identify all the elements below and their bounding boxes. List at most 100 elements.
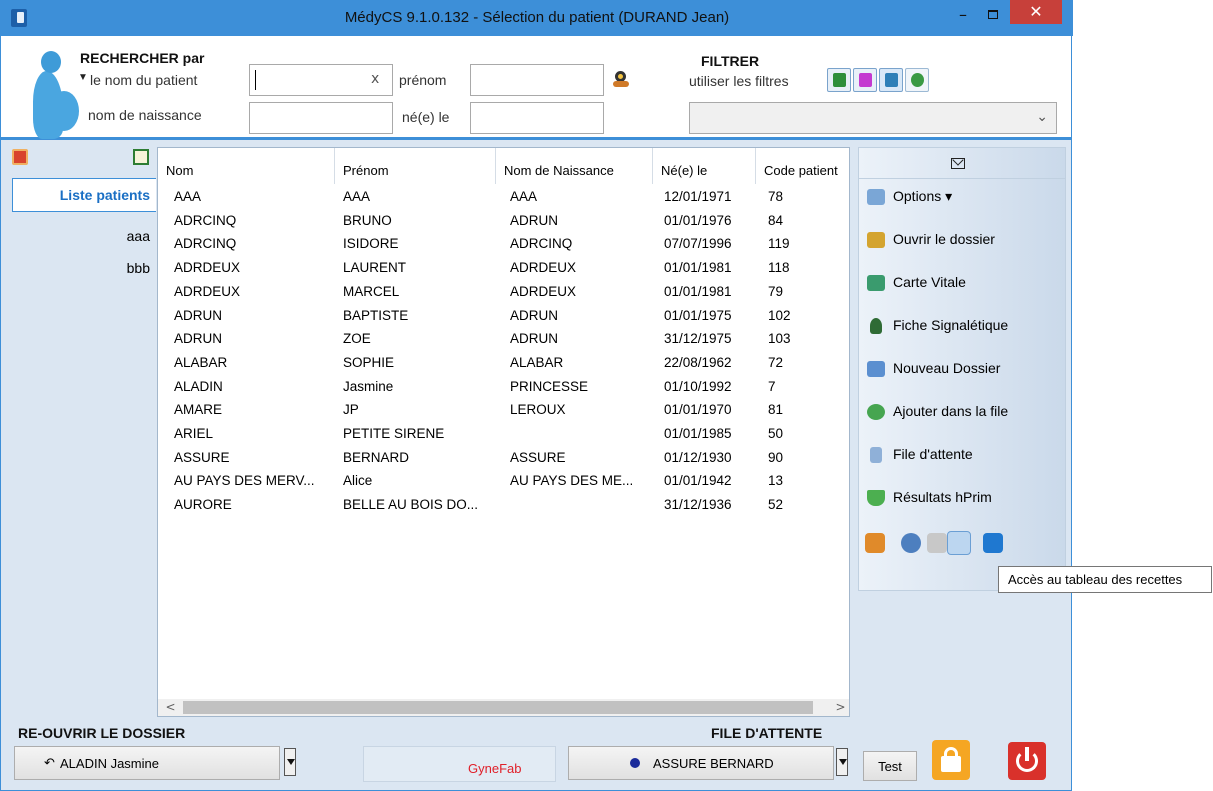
reopen-title: RE-OUVRIR LE DOSSIER — [18, 725, 186, 741]
filter-icon[interactable] — [879, 68, 903, 92]
table-row[interactable]: ADRCINQ ISIDORE ADRCINQ 07/07/1996 119 — [158, 233, 848, 257]
test-button[interactable]: Test — [863, 751, 917, 781]
chevron-down-icon: ⌄ — [1036, 109, 1048, 125]
table-cell: ADRCINQ — [174, 212, 237, 228]
birthname-input[interactable] — [249, 102, 393, 134]
column-header-prenom[interactable]: Prénom — [335, 148, 496, 184]
table-cell: 01/01/1985 — [664, 426, 732, 441]
bottom-bar: RE-OUVRIR LE DOSSIER FILE D'ATTENTE ↶ AL… — [1, 718, 1071, 791]
born-label: né(e) le — [402, 109, 450, 125]
column-header-code[interactable]: Code patient — [756, 148, 848, 184]
table-row[interactable]: ASSURE BERNARD ASSURE 01/12/1930 90 — [158, 447, 848, 471]
mode-dropdown-arrow-icon[interactable]: ▼ — [78, 72, 88, 83]
table-cell: ASSURE — [174, 449, 230, 465]
table-cell: ADRDEUX — [510, 260, 577, 276]
maximize-button[interactable] — [981, 4, 1005, 26]
table-row[interactable]: AMARE JP LEROUX 01/01/1970 81 — [158, 399, 848, 423]
filter-edit-icon[interactable] — [853, 68, 877, 92]
payment-icon[interactable] — [927, 533, 947, 553]
maximize-icon — [988, 10, 998, 19]
power-button[interactable] — [1008, 742, 1046, 780]
table-cell: PRINCESSE — [510, 378, 589, 394]
horizontal-scrollbar[interactable]: < > — [158, 699, 849, 716]
birthdate-input[interactable] — [470, 102, 604, 134]
table-cell: ADRUN — [510, 307, 559, 323]
table-row[interactable]: AURORE BELLE AU BOIS DO... 31/12/1936 52 — [158, 494, 848, 518]
table-cell: ADRDEUX — [174, 283, 241, 299]
sidebar-item-liste-patients[interactable]: Liste patients — [12, 178, 156, 212]
table-cell: ALABAR — [174, 354, 228, 370]
title-bar[interactable]: MédyCS 9.1.0.132 - Sélection du patient … — [1, 0, 1073, 36]
table-cell: AURORE — [174, 497, 232, 513]
table-cell: 12/01/1971 — [664, 189, 732, 204]
table-row[interactable]: ADRUN ZOE ADRUN 31/12/1975 103 — [158, 328, 848, 352]
filter-refresh-icon[interactable] — [905, 68, 929, 92]
actions-panel: Options ▾ Ouvrir le dossier Carte Vitale… — [858, 147, 1066, 591]
table-row[interactable]: ADRDEUX LAURENT ADRDEUX 01/01/1981 118 — [158, 257, 848, 281]
reopen-dropdown[interactable] — [284, 748, 296, 776]
table-cell: ALADIN — [174, 378, 223, 394]
prenom-input[interactable] — [470, 64, 604, 96]
reopen-file-button[interactable]: ↶ ALADIN Jasmine — [14, 746, 280, 780]
column-header-nom[interactable]: Nom — [158, 148, 335, 184]
table-cell: PETITE SIRENE — [343, 426, 445, 441]
queue-dropdown[interactable] — [836, 748, 848, 776]
table-cell: ADRDEUX — [510, 283, 577, 299]
sidebar-item-aaa[interactable]: aaa — [127, 228, 150, 244]
prenom-label: prénom — [399, 72, 447, 88]
filter-add-icon[interactable] — [827, 68, 851, 92]
options-icon — [867, 189, 885, 205]
table-cell: 102 — [768, 307, 791, 323]
table-cell: BERNARD — [343, 449, 410, 465]
patient-table: Nom Prénom Nom de Naissance Né(e) le Cod… — [157, 147, 850, 717]
user-search-icon[interactable] — [613, 71, 630, 88]
clear-icon[interactable]: x — [371, 71, 379, 87]
table-row[interactable]: AAA AAA AAA 12/01/1971 78 — [158, 186, 848, 210]
patient-lists-sidebar: Liste patients aaa bbb — [2, 143, 156, 713]
column-header-nom-naissance[interactable]: Nom de Naissance — [496, 148, 653, 184]
gynefab-panel: GyneFab — [363, 746, 556, 782]
search-mode-selector[interactable]: le nom du patient — [90, 72, 197, 88]
table-row[interactable]: ALABAR SOPHIE ALABAR 22/08/1962 72 — [158, 352, 848, 376]
scroll-left-icon[interactable]: < — [162, 699, 179, 716]
table-cell: LAURENT — [343, 260, 407, 276]
table-cell: Alice — [343, 473, 373, 489]
table-cell: SOPHIE — [343, 354, 395, 370]
mail-icon[interactable] — [951, 158, 965, 169]
minimize-button[interactable]: – — [951, 4, 975, 26]
queue-patient-button[interactable]: ASSURE BERNARD — [568, 746, 834, 780]
column-header-ne-le[interactable]: Né(e) le — [653, 148, 756, 184]
revenue-table-icon[interactable] — [947, 531, 971, 555]
table-cell: ADRUN — [174, 331, 223, 347]
table-row[interactable]: ALADIN Jasmine PRINCESSE 01/10/1992 7 — [158, 376, 848, 400]
table-row[interactable]: ADRCINQ BRUNO ADRUN 01/01/1976 84 — [158, 210, 848, 234]
table-cell: 118 — [768, 260, 790, 276]
table-cell: 13 — [768, 473, 784, 489]
table-row[interactable]: ADRDEUX MARCEL ADRDEUX 01/01/1981 79 — [158, 281, 848, 305]
list-add-icon[interactable] — [12, 149, 28, 165]
list-grid-icon[interactable] — [133, 149, 149, 165]
name-search-input[interactable]: x — [249, 64, 393, 96]
table-cell: 07/07/1996 — [664, 236, 732, 252]
table-row[interactable]: ARIEL PETITE SIRENE 01/01/1985 50 — [158, 423, 848, 447]
pregnant-silhouette-logo — [23, 51, 79, 139]
table-row[interactable]: ADRUN BAPTISTE ADRUN 01/01/1975 102 — [158, 305, 848, 329]
main-window: MédyCS 9.1.0.132 - Sélection du patient … — [0, 0, 1073, 791]
close-button[interactable]: ✕ — [1010, 0, 1062, 24]
sidebar-item-bbb[interactable]: bbb — [127, 260, 150, 276]
table-row[interactable]: AU PAYS DES MERV... Alice AU PAYS DES ME..… — [158, 470, 848, 494]
queue-title: FILE D'ATTENTE — [711, 725, 823, 741]
table-cell: 22/08/1962 — [664, 354, 732, 370]
tools-icon[interactable] — [865, 533, 885, 553]
table-cell: BELLE AU BOIS DO... — [343, 497, 479, 513]
users-icon[interactable] — [901, 533, 921, 553]
remote-icon[interactable] — [983, 533, 1003, 553]
scroll-thumb[interactable] — [183, 701, 813, 714]
table-cell: 31/12/1936 — [664, 497, 732, 513]
search-title: RECHERCHER par — [80, 50, 205, 66]
filter-select[interactable]: ⌄ — [689, 102, 1057, 134]
table-cell: 81 — [768, 402, 784, 418]
lock-button[interactable] — [932, 740, 970, 780]
scroll-right-icon[interactable]: > — [832, 699, 849, 716]
table-cell: AAA — [510, 189, 538, 204]
